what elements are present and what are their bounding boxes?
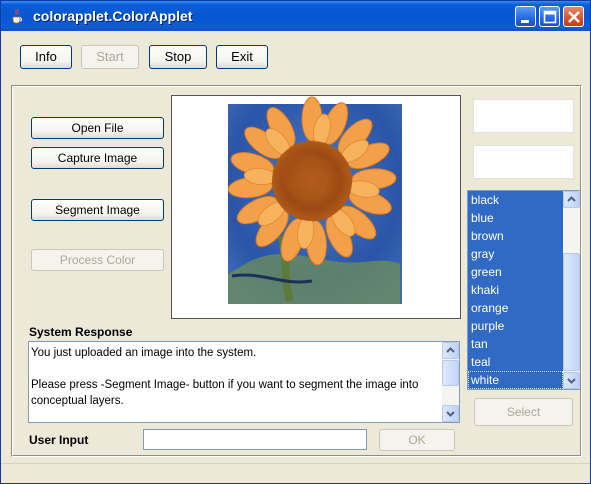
chevron-up-icon bbox=[446, 347, 455, 353]
user-input-label: User Input bbox=[29, 433, 89, 447]
chevron-up-icon bbox=[567, 196, 576, 202]
list-item[interactable]: blue bbox=[468, 209, 563, 227]
list-item[interactable]: green bbox=[468, 263, 563, 281]
list-item-focused[interactable]: white bbox=[468, 371, 563, 389]
list-item[interactable]: purple bbox=[468, 317, 563, 335]
list-item[interactable]: tan bbox=[468, 335, 563, 353]
chevron-down-icon bbox=[446, 411, 455, 417]
color-display-box-1 bbox=[473, 99, 574, 133]
java-cup-icon bbox=[12, 8, 22, 24]
chevron-down-icon bbox=[567, 378, 576, 384]
color-list-scrollbar[interactable] bbox=[563, 191, 580, 389]
scroll-thumb[interactable] bbox=[442, 360, 459, 386]
open-file-button[interactable]: Open File bbox=[31, 117, 164, 139]
list-item[interactable]: black bbox=[468, 191, 563, 209]
status-bar bbox=[1, 463, 590, 483]
close-button[interactable] bbox=[563, 6, 584, 27]
color-list-items: black blue brown gray green khaki orange… bbox=[468, 191, 563, 389]
scroll-down-button[interactable] bbox=[563, 372, 580, 389]
toolbar: Info Start Stop Exit bbox=[1, 31, 590, 75]
minimize-icon bbox=[521, 20, 529, 23]
list-item[interactable]: orange bbox=[468, 299, 563, 317]
response-line-2: Please press -Segment Image- button if y… bbox=[31, 379, 419, 407]
ok-button[interactable]: OK bbox=[379, 429, 455, 451]
select-button[interactable]: Select bbox=[474, 398, 573, 426]
response-line-1: You just uploaded an image into the syst… bbox=[31, 347, 257, 359]
user-input-field[interactable] bbox=[143, 429, 367, 450]
title-bar[interactable]: colorapplet.ColorApplet bbox=[1, 1, 590, 31]
stop-button[interactable]: Stop bbox=[149, 45, 207, 69]
scroll-up-button[interactable] bbox=[563, 191, 580, 208]
app-window: colorapplet.ColorApplet Info Start Stop … bbox=[0, 0, 591, 484]
minimize-button[interactable] bbox=[515, 6, 536, 27]
system-response-text: You just uploaded an image into the syst… bbox=[31, 345, 441, 409]
color-display-box-2 bbox=[473, 145, 574, 179]
response-scrollbar[interactable] bbox=[442, 342, 459, 422]
scroll-down-button[interactable] bbox=[442, 405, 459, 422]
close-icon bbox=[568, 11, 580, 23]
system-response-area[interactable]: You just uploaded an image into the syst… bbox=[28, 341, 460, 423]
window-title: colorapplet.ColorApplet bbox=[33, 8, 193, 24]
maximize-button[interactable] bbox=[539, 6, 560, 27]
segment-image-button[interactable]: Segment Image bbox=[31, 199, 164, 221]
scroll-up-button[interactable] bbox=[442, 342, 459, 359]
sunflower-image bbox=[172, 96, 460, 318]
list-item[interactable]: teal bbox=[468, 353, 563, 371]
capture-image-button[interactable]: Capture Image bbox=[31, 147, 164, 169]
info-button[interactable]: Info bbox=[20, 45, 72, 69]
system-response-label: System Response bbox=[29, 325, 133, 339]
start-button[interactable]: Start bbox=[81, 45, 139, 69]
process-color-button[interactable]: Process Color bbox=[31, 249, 164, 271]
maximize-icon bbox=[543, 10, 557, 24]
color-list[interactable]: black blue brown gray green khaki orange… bbox=[467, 190, 580, 390]
image-display bbox=[171, 95, 461, 319]
list-item[interactable]: khaki bbox=[468, 281, 563, 299]
list-item[interactable]: gray bbox=[468, 245, 563, 263]
exit-button[interactable]: Exit bbox=[216, 45, 268, 69]
scroll-thumb[interactable] bbox=[563, 253, 580, 371]
list-item[interactable]: brown bbox=[468, 227, 563, 245]
